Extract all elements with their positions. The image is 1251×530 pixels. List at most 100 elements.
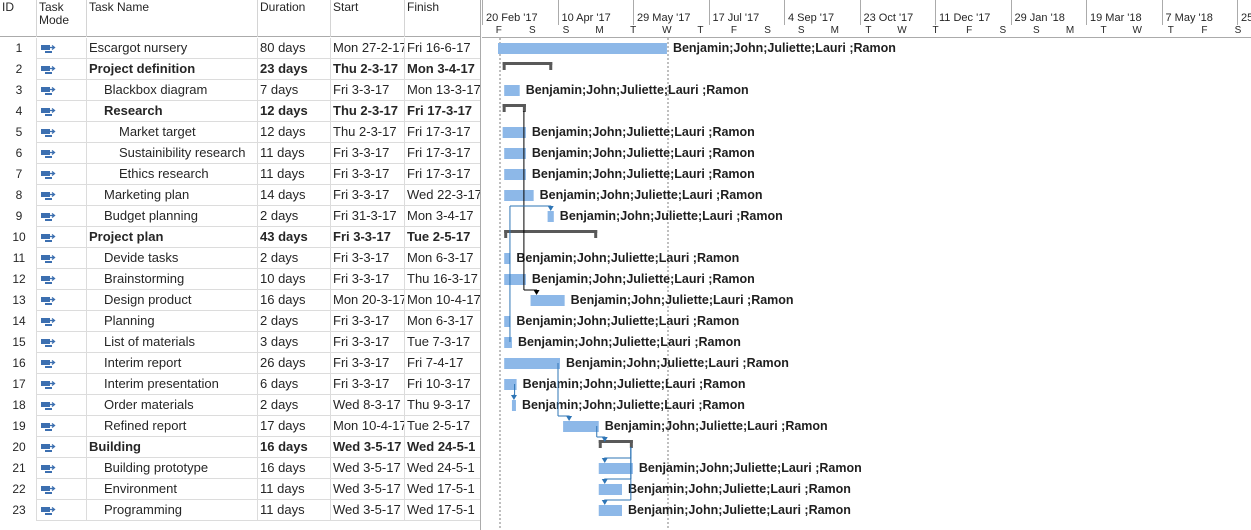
task-start[interactable]: Wed 3-5-17 — [331, 458, 405, 479]
column-header-start[interactable]: Start — [331, 0, 405, 37]
task-mode-cell[interactable] — [37, 143, 87, 164]
task-id[interactable]: 14 — [0, 311, 37, 332]
task-mode-cell[interactable] — [37, 101, 87, 122]
task-finish[interactable]: Wed 17-5-1 — [405, 500, 480, 521]
task-id[interactable]: 7 — [0, 164, 37, 185]
task-mode-cell[interactable] — [37, 500, 87, 521]
task-start[interactable]: Fri 3-3-17 — [331, 164, 405, 185]
task-duration[interactable]: 12 days — [258, 122, 331, 143]
task-name[interactable]: Ethics research — [87, 164, 258, 185]
table-row[interactable]: 21 Building prototype 16 days Wed 3-5-17 Wed… — [0, 458, 480, 479]
task-finish[interactable]: Fri 17-3-17 — [405, 143, 480, 164]
task-name[interactable]: Blackbox diagram — [87, 80, 258, 101]
task-id[interactable]: 6 — [0, 143, 37, 164]
task-duration[interactable]: 10 days — [258, 269, 331, 290]
task-mode-cell[interactable] — [37, 290, 87, 311]
task-duration[interactable]: 26 days — [258, 353, 331, 374]
task-duration[interactable]: 80 days — [258, 38, 331, 59]
task-name[interactable]: Market target — [87, 122, 258, 143]
task-id[interactable]: 13 — [0, 290, 37, 311]
table-row[interactable]: 17 Interim presentation 6 days Fri 3-3-17 Fr… — [0, 374, 480, 395]
summary-bar[interactable] — [502, 62, 553, 65]
task-id[interactable]: 18 — [0, 395, 37, 416]
task-duration[interactable]: 11 days — [258, 500, 331, 521]
task-id[interactable]: 1 — [0, 38, 37, 59]
task-id[interactable]: 23 — [0, 500, 37, 521]
column-header-task-mode[interactable]: Task Mode — [37, 0, 87, 37]
task-id[interactable]: 20 — [0, 437, 37, 458]
task-mode-cell[interactable] — [37, 416, 87, 437]
table-row[interactable]: 16 Interim report 26 days Fri 3-3-17 Fri 7-4… — [0, 353, 480, 374]
task-finish[interactable]: Fri 17-3-17 — [405, 164, 480, 185]
task-start[interactable]: Mon 20-3-17 — [331, 290, 405, 311]
task-name[interactable]: Escargot nursery — [87, 38, 258, 59]
task-name[interactable]: Devide tasks — [87, 248, 258, 269]
task-duration[interactable]: 3 days — [258, 332, 331, 353]
task-finish[interactable]: Fri 17-3-17 — [405, 122, 480, 143]
task-finish[interactable]: Wed 24-5-1 — [405, 437, 480, 458]
task-start[interactable]: Wed 3-5-17 — [331, 500, 405, 521]
task-id[interactable]: 17 — [0, 374, 37, 395]
table-row[interactable]: 15 List of materials 3 days Fri 3-3-17 Tue 7… — [0, 332, 480, 353]
task-finish[interactable]: Wed 24-5-1 — [405, 458, 480, 479]
task-name[interactable]: Order materials — [87, 395, 258, 416]
task-finish[interactable]: Tue 2-5-17 — [405, 227, 480, 248]
task-start[interactable]: Fri 3-3-17 — [331, 80, 405, 101]
task-start[interactable]: Mon 10-4-17 — [331, 416, 405, 437]
column-header-finish[interactable]: Finish — [405, 0, 480, 37]
task-name[interactable]: Design product — [87, 290, 258, 311]
task-duration[interactable]: 16 days — [258, 458, 331, 479]
task-mode-cell[interactable] — [37, 185, 87, 206]
task-name[interactable]: Refined report — [87, 416, 258, 437]
table-row[interactable]: 12 Brainstorming 10 days Fri 3-3-17 Thu 16-3… — [0, 269, 480, 290]
task-duration[interactable]: 17 days — [258, 416, 331, 437]
task-start[interactable]: Fri 3-3-17 — [331, 185, 405, 206]
task-id[interactable]: 16 — [0, 353, 37, 374]
task-start[interactable]: Fri 3-3-17 — [331, 269, 405, 290]
task-bar[interactable] — [530, 295, 565, 306]
task-finish[interactable]: Mon 10-4-17 — [405, 290, 480, 311]
table-row[interactable]: 11 Devide tasks 2 days Fri 3-3-17 Mon 6-3-17 — [0, 248, 480, 269]
task-bar[interactable] — [598, 505, 622, 516]
task-start[interactable]: Thu 2-3-17 — [331, 59, 405, 80]
task-start[interactable]: Fri 3-3-17 — [331, 143, 405, 164]
task-mode-cell[interactable] — [37, 332, 87, 353]
task-duration[interactable]: 43 days — [258, 227, 331, 248]
task-finish[interactable]: Fri 16-6-17 — [405, 38, 480, 59]
task-name[interactable]: Building prototype — [87, 458, 258, 479]
task-bar[interactable] — [547, 211, 554, 222]
task-bar[interactable] — [511, 400, 516, 411]
task-duration[interactable]: 16 days — [258, 290, 331, 311]
task-id[interactable]: 8 — [0, 185, 37, 206]
task-mode-cell[interactable] — [37, 479, 87, 500]
task-finish[interactable]: Mon 6-3-17 — [405, 311, 480, 332]
task-start[interactable]: Thu 2-3-17 — [331, 122, 405, 143]
summary-bar[interactable] — [502, 104, 526, 107]
task-name[interactable]: Environment — [87, 479, 258, 500]
task-start[interactable]: Thu 2-3-17 — [331, 101, 405, 122]
task-mode-cell[interactable] — [37, 248, 87, 269]
task-finish[interactable]: Fri 7-4-17 — [405, 353, 480, 374]
task-name[interactable]: Project definition — [87, 59, 258, 80]
task-id[interactable]: 9 — [0, 206, 37, 227]
task-finish[interactable]: Fri 10-3-17 — [405, 374, 480, 395]
task-start[interactable]: Fri 3-3-17 — [331, 332, 405, 353]
table-row[interactable]: 2 Project definition 23 days Thu 2-3-17 Mon … — [0, 59, 480, 80]
task-id[interactable]: 2 — [0, 59, 37, 80]
task-finish[interactable]: Wed 17-5-1 — [405, 479, 480, 500]
column-header-duration[interactable]: Duration — [258, 0, 331, 37]
table-row[interactable]: 18 Order materials 2 days Wed 8-3-17 Thu 9-3… — [0, 395, 480, 416]
task-mode-cell[interactable] — [37, 374, 87, 395]
task-mode-cell[interactable] — [37, 38, 87, 59]
task-finish[interactable]: Mon 3-4-17 — [405, 59, 480, 80]
task-duration[interactable]: 6 days — [258, 374, 331, 395]
task-start[interactable]: Wed 8-3-17 — [331, 395, 405, 416]
task-start[interactable]: Mon 27-2-17 — [331, 38, 405, 59]
task-mode-cell[interactable] — [37, 269, 87, 290]
task-bar[interactable] — [598, 463, 633, 474]
task-name[interactable]: Programming — [87, 500, 258, 521]
task-name[interactable]: Interim presentation — [87, 374, 258, 395]
table-row[interactable]: 19 Refined report 17 days Mon 10-4-17 Tue 2-… — [0, 416, 480, 437]
table-row[interactable]: 23 Programming 11 days Wed 3-5-17 Wed 17-5-1 — [0, 500, 480, 521]
table-row[interactable]: 5 Market target 12 days Thu 2-3-17 Fri 17-3-… — [0, 122, 480, 143]
